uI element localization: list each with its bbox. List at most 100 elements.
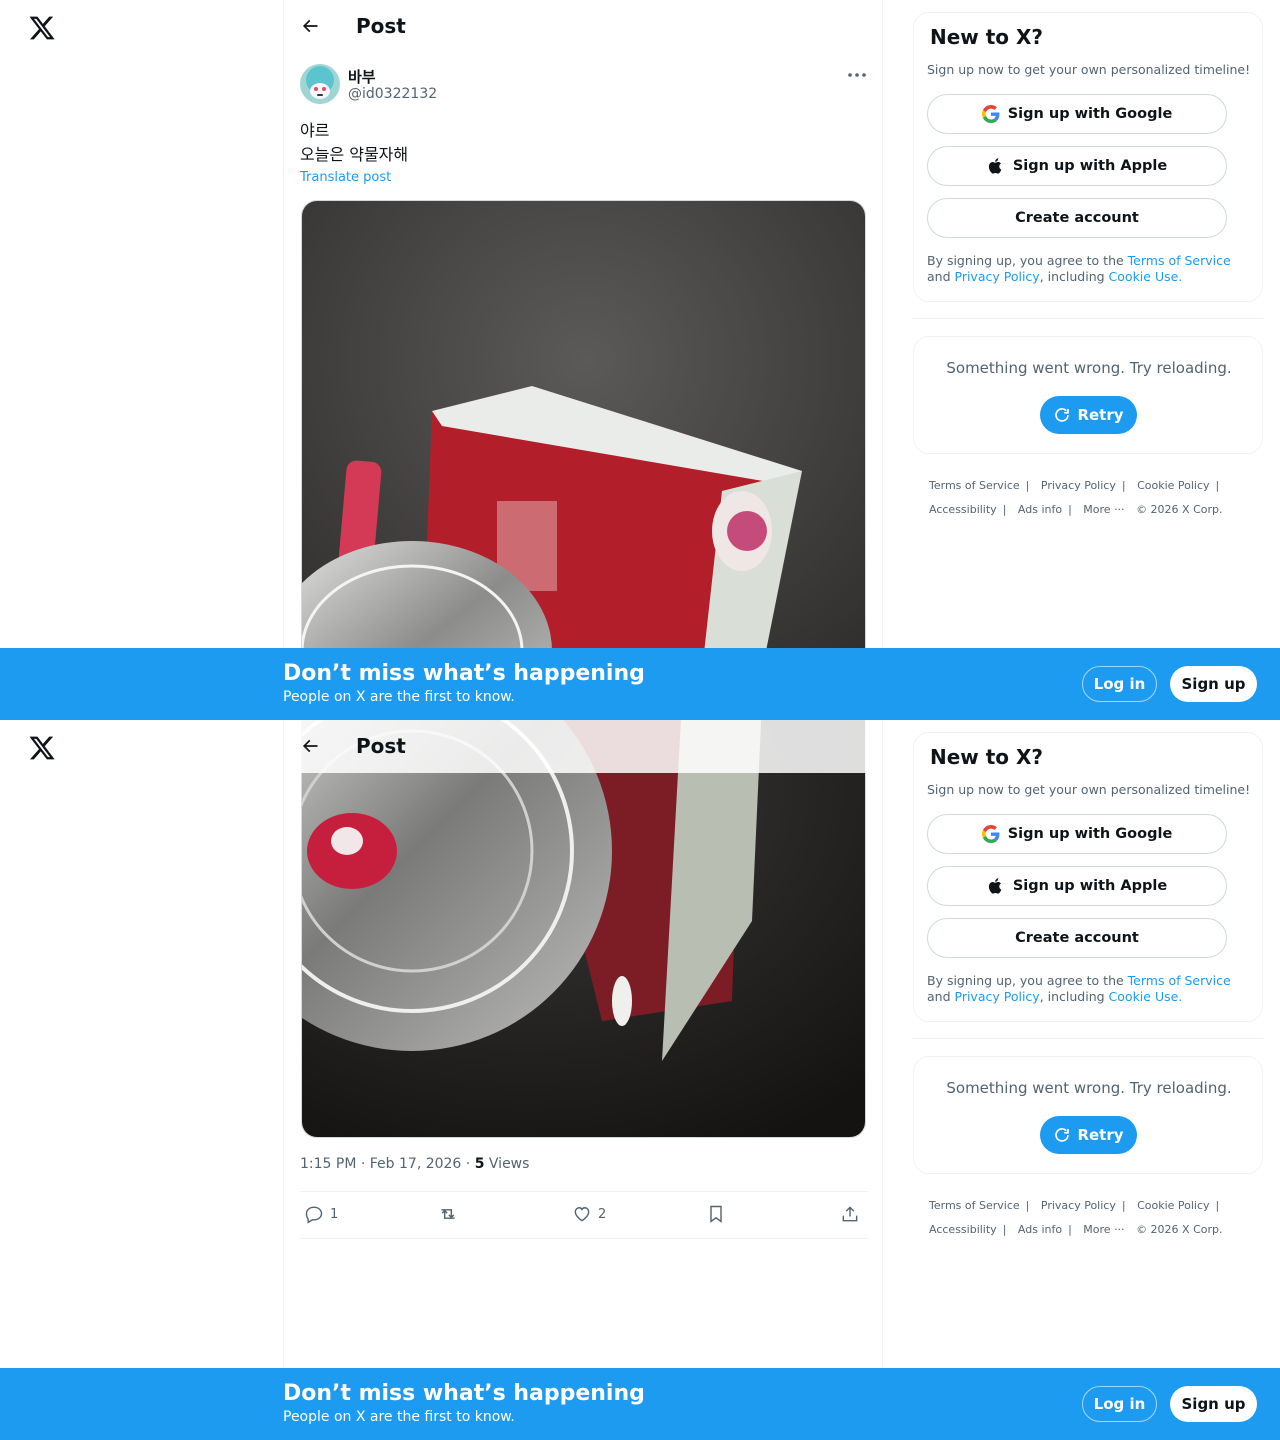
- google-signup-button[interactable]: Sign up with Google: [927, 814, 1227, 854]
- post-text: 야르 오늘은 약물자해: [300, 119, 408, 167]
- x-logo-icon[interactable]: [28, 734, 56, 762]
- create-account-button[interactable]: Create account: [927, 918, 1227, 958]
- retry-button[interactable]: Retry: [1040, 396, 1137, 434]
- footer-copyright: © 2026 X Corp.: [1136, 503, 1223, 516]
- banner-subline: People on X are the first to know.: [283, 689, 515, 705]
- arrow-left-icon[interactable]: [300, 736, 320, 756]
- share-button[interactable]: [840, 1204, 860, 1224]
- reply-button[interactable]: 1: [304, 1204, 338, 1224]
- footer-terms-link[interactable]: Terms of Service: [929, 479, 1020, 492]
- google-icon: [981, 105, 1000, 123]
- author-name[interactable]: 바부: [348, 66, 376, 87]
- footer-cookie-link[interactable]: Cookie Policy: [1137, 1199, 1209, 1212]
- privacy-link[interactable]: Privacy Policy: [955, 989, 1040, 1004]
- arrow-left-icon[interactable]: [300, 16, 320, 36]
- legal-prefix: By signing up, you agree to the: [927, 253, 1128, 268]
- screen-bottom: Post 1:15 PM · Feb 17, 2026 · 5 Views 1 …: [0, 720, 1280, 1440]
- post-image[interactable]: [301, 720, 866, 1138]
- footer-links: Terms of Service | Privacy Policy | Cookie…: [929, 1199, 1223, 1236]
- google-signup-button[interactable]: Sign up with Google: [927, 94, 1227, 134]
- signup-card: New to X? Sign up now to get your own pe…: [913, 732, 1263, 1022]
- apple-signup-button[interactable]: Sign up with Apple: [927, 146, 1227, 186]
- signup-subtitle: Sign up now to get your own personalized…: [927, 782, 1251, 797]
- signup-subtitle: Sign up now to get your own personalized…: [927, 62, 1251, 77]
- post-header: Post: [284, 0, 882, 53]
- views-label: Views: [488, 1156, 530, 1172]
- legal-and: and: [927, 989, 955, 1004]
- footer-accessibility-link[interactable]: Accessibility: [929, 503, 997, 516]
- screen-top: Post 바부 @id0322132 야르 오늘은 약물자해 Translate: [0, 0, 1280, 720]
- refresh-icon: [1055, 408, 1070, 422]
- create-account-label: Create account: [1015, 210, 1139, 226]
- footer-privacy-link[interactable]: Privacy Policy: [1041, 479, 1116, 492]
- cookie-link[interactable]: Cookie Use.: [1109, 269, 1183, 284]
- heart-icon: [574, 1207, 590, 1222]
- rail-divider: [913, 318, 1263, 319]
- banner-login-button[interactable]: Log in: [1082, 1386, 1157, 1422]
- post-text-line: 오늘은 약물자해: [300, 145, 409, 164]
- post-header: Post: [284, 720, 882, 773]
- login-banner: Don’t miss what’s happening People on X …: [0, 648, 1280, 720]
- apple-signup-button[interactable]: Sign up with Apple: [927, 866, 1227, 906]
- legal-including: , including: [1039, 269, 1109, 284]
- retry-label: Retry: [1077, 406, 1124, 424]
- author-handle[interactable]: @id0322132: [348, 86, 437, 102]
- google-icon: [981, 825, 1000, 843]
- views-count: 5: [474, 1156, 485, 1172]
- rail-divider: [913, 1038, 1263, 1039]
- error-card: Something went wrong. Try reloading. Ret…: [913, 1056, 1263, 1174]
- signup-card: New to X? Sign up now to get your own pe…: [913, 12, 1263, 302]
- post-author: 바부 @id0322132: [300, 64, 868, 106]
- main-column: Post 1:15 PM · Feb 17, 2026 · 5 Views 1 …: [283, 720, 883, 1440]
- footer-accessibility-link[interactable]: Accessibility: [929, 1223, 997, 1236]
- legal-including: , including: [1039, 989, 1109, 1004]
- like-button[interactable]: 2: [572, 1204, 606, 1224]
- footer-links: Terms of Service | Privacy Policy | Cookie…: [929, 479, 1223, 516]
- cookie-link[interactable]: Cookie Use.: [1109, 989, 1183, 1004]
- terms-link[interactable]: Terms of Service: [1128, 253, 1231, 268]
- apple-signup-label: Sign up with Apple: [1012, 878, 1168, 894]
- page-title: Post: [356, 734, 406, 758]
- footer-more-link[interactable]: More ···: [1083, 503, 1124, 516]
- footer-more-link[interactable]: More ···: [1083, 1223, 1124, 1236]
- post-timestamp[interactable]: 1:15 PM · Feb 17, 2026: [300, 1156, 461, 1172]
- post-image[interactable]: [301, 200, 866, 720]
- main-column: Post 바부 @id0322132 야르 오늘은 약물자해 Translate: [283, 0, 883, 720]
- repost-button[interactable]: [438, 1204, 458, 1224]
- footer-cookie-link[interactable]: Cookie Policy: [1137, 479, 1209, 492]
- create-account-label: Create account: [1015, 930, 1139, 946]
- apple-icon: [988, 878, 1002, 894]
- banner-headline: Don’t miss what’s happening: [283, 661, 645, 686]
- avatar[interactable]: [300, 64, 340, 104]
- post-meta: 1:15 PM · Feb 17, 2026 · 5 Views: [300, 1156, 530, 1172]
- legal-and: and: [927, 269, 955, 284]
- footer-privacy-link[interactable]: Privacy Policy: [1041, 1199, 1116, 1212]
- banner-signup-button[interactable]: Sign up: [1170, 666, 1257, 702]
- banner-subline: People on X are the first to know.: [283, 1409, 515, 1425]
- more-options-icon[interactable]: [846, 68, 868, 82]
- retry-label: Retry: [1077, 1126, 1124, 1144]
- x-logo-icon[interactable]: [28, 14, 56, 42]
- create-account-button[interactable]: Create account: [927, 198, 1227, 238]
- footer-ads-link[interactable]: Ads info: [1018, 1223, 1062, 1236]
- google-signup-label: Sign up with Google: [1007, 826, 1173, 842]
- banner-headline: Don’t miss what’s happening: [283, 1381, 645, 1406]
- terms-link[interactable]: Terms of Service: [1128, 973, 1231, 988]
- footer-terms-link[interactable]: Terms of Service: [929, 1199, 1020, 1212]
- signup-title: New to X?: [930, 745, 1044, 769]
- repost-icon: [441, 1209, 455, 1219]
- privacy-link[interactable]: Privacy Policy: [955, 269, 1040, 284]
- page-title: Post: [356, 14, 406, 38]
- share-icon: [842, 1206, 858, 1222]
- banner-login-button[interactable]: Log in: [1082, 666, 1157, 702]
- signup-legal-text: By signing up, you agree to the Terms of…: [927, 253, 1247, 285]
- apple-icon: [988, 158, 1002, 174]
- retry-button[interactable]: Retry: [1040, 1116, 1137, 1154]
- footer-copyright: © 2026 X Corp.: [1136, 1223, 1223, 1236]
- bookmark-button[interactable]: [706, 1204, 726, 1224]
- banner-signup-button[interactable]: Sign up: [1170, 1386, 1257, 1422]
- legal-prefix: By signing up, you agree to the: [927, 973, 1128, 988]
- footer-ads-link[interactable]: Ads info: [1018, 503, 1062, 516]
- translate-post-link[interactable]: Translate post: [300, 170, 391, 185]
- google-signup-label: Sign up with Google: [1007, 106, 1173, 122]
